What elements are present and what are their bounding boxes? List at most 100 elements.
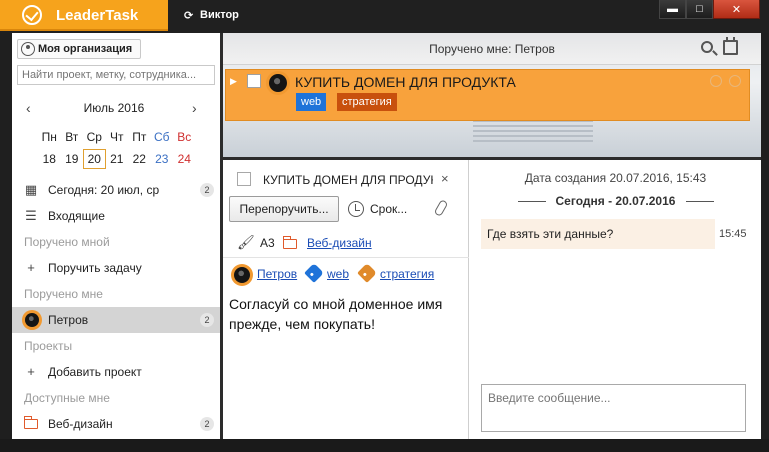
weekday: Вт [65, 130, 79, 144]
left-border [0, 33, 12, 439]
expand-arrow-icon[interactable]: ▶ [230, 76, 237, 87]
calendar-icon: ▦ [24, 182, 38, 197]
calendar-day[interactable]: 18 [38, 152, 61, 166]
detail-title[interactable]: КУПИТЬ ДОМЕН ДЛЯ ПРОДУКТА [263, 173, 433, 187]
close-window-button[interactable]: ✕ [713, 0, 760, 19]
sidebar-item-label: Поручить задачу [48, 261, 142, 275]
minimize-button[interactable]: ▬ [659, 0, 686, 19]
sidebar-item-label: Входящие [48, 209, 105, 223]
sidebar-item-web-design[interactable]: Веб-дизайн 2 [12, 411, 220, 437]
created-date: Дата создания 20.07.2016, 15:43 [524, 171, 707, 185]
task-list-panel: Поручено мне: Петров ▶ КУПИТЬ ДОМЕН ДЛЯ … [223, 33, 761, 157]
calendar-day[interactable]: 24 [173, 152, 196, 166]
section-available: Доступные мне [24, 391, 110, 405]
organization-button[interactable]: Моя организация [17, 39, 141, 59]
project-link[interactable]: Веб-дизайн [307, 236, 372, 250]
task-checkbox[interactable] [237, 172, 251, 186]
weekday: Ср [86, 130, 102, 144]
sidebar-item-petrov[interactable]: Петров 2 [12, 307, 220, 333]
tag-strategy[interactable]: стратегия [337, 93, 397, 111]
folder-icon [282, 236, 297, 249]
sidebar-item-label: Сегодня: 20 июл, ср [48, 183, 160, 197]
deadline-label: Срок... [370, 202, 408, 216]
chat-message[interactable]: Где взять эти данные? [481, 219, 715, 249]
task-detail-panel: КУПИТЬ ДОМЕН ДЛЯ ПРОДУКТА × Перепоручить… [223, 160, 469, 439]
menu-icon[interactable] [729, 75, 741, 87]
chevron-left-icon[interactable]: ‹ [26, 100, 31, 116]
tag-link-strategy[interactable]: стратегия [380, 267, 434, 281]
folder-icon [23, 416, 38, 431]
sync-icon[interactable]: ⟳ [184, 9, 193, 22]
status-icon[interactable] [710, 75, 722, 87]
app-name: LeaderTask [56, 7, 139, 24]
main-area: Поручено мне: Петров ▶ КУПИТЬ ДОМЕН ДЛЯ … [223, 33, 761, 439]
current-user[interactable]: Виктор [200, 9, 239, 21]
search-icon[interactable] [701, 41, 713, 53]
plus-icon: + [27, 260, 35, 275]
sidebar-item-add-project[interactable]: + Добавить проект [12, 359, 220, 385]
calendar-day[interactable]: 21 [106, 152, 129, 166]
calendar-header: Июль 2016 ‹ › [24, 100, 204, 117]
right-border [761, 33, 769, 439]
sidebar-item-assign-task[interactable]: + Поручить задачу [12, 255, 220, 281]
organization-label: Моя организация [38, 43, 133, 55]
weekday: Вс [177, 130, 192, 144]
priority-value[interactable]: A3 [260, 236, 275, 250]
tag-link-web[interactable]: web [327, 267, 349, 281]
search-input[interactable] [17, 65, 215, 85]
calendar-day-selected[interactable]: 20 [83, 149, 106, 169]
section-assigned-to-me: Поручено мне [24, 287, 103, 301]
paperclip-icon[interactable] [433, 199, 449, 217]
clock-icon [348, 201, 364, 217]
bottom-border [0, 439, 769, 452]
inbox-icon: ☰ [25, 208, 37, 223]
task-checkbox[interactable] [247, 74, 261, 88]
avatar [231, 264, 253, 286]
tag-icon [357, 263, 377, 283]
maximize-button[interactable]: □ [686, 0, 713, 19]
sidebar: Моя организация Июль 2016 ‹ › Пн Вт Ср Ч… [12, 33, 220, 439]
app-logo[interactable]: LeaderTask [0, 0, 168, 31]
count-badge: 2 [200, 417, 214, 431]
list-title: Поручено мне: Петров [429, 42, 555, 56]
sidebar-item-label: Добавить проект [48, 365, 142, 379]
sidebar-item-inbox[interactable]: ☰ Входящие [12, 203, 220, 229]
message-input[interactable] [481, 384, 746, 432]
title-bar: LeaderTask ⟳ Виктор ▬ □ ✕ [0, 0, 769, 33]
count-badge: 2 [200, 313, 214, 327]
weekday-row: Пн Вт Ср Чт Пт Сб Вс [38, 126, 198, 148]
weekday: Чт [110, 130, 124, 144]
logo-check-icon [22, 5, 42, 25]
calendar-day[interactable]: 19 [61, 152, 84, 166]
avatar [22, 310, 42, 330]
weekday: Пн [41, 130, 57, 144]
task-row[interactable]: ▶ КУПИТЬ ДОМЕН ДЛЯ ПРОДУКТА web стратеги… [225, 69, 750, 121]
chevron-right-icon[interactable]: › [192, 100, 197, 116]
close-icon[interactable]: × [441, 171, 449, 186]
divider [223, 257, 469, 258]
reassign-button[interactable]: Перепоручить... [229, 196, 339, 222]
assignee-link[interactable]: Петров [257, 267, 297, 281]
count-badge: 2 [200, 183, 214, 197]
sidebar-item-label: Петров [48, 313, 89, 327]
tag-web[interactable]: web [296, 93, 327, 111]
background-decoration [473, 120, 593, 154]
sidebar-item-label: Веб-дизайн [48, 417, 113, 431]
avatar [266, 71, 290, 95]
calendar-day[interactable]: 22 [128, 152, 151, 166]
calendar-month: Июль 2016 [83, 101, 145, 115]
section-projects: Проекты [24, 339, 73, 353]
deadline-button[interactable]: Срок... [348, 196, 407, 222]
sidebar-item-today[interactable]: ▦ Сегодня: 20 июл, ср 2 [12, 177, 220, 203]
calendar-grid: Пн Вт Ср Чт Пт Сб Вс 18 19 20 21 22 23 2… [38, 126, 198, 170]
divider [686, 201, 714, 202]
calendar-icon[interactable] [723, 37, 738, 55]
calendar-day[interactable]: 23 [151, 152, 174, 166]
task-description[interactable]: Согласуй со мной доменное имя прежде, че… [229, 294, 465, 334]
weekday: Пт [132, 130, 147, 144]
weekday: Сб [153, 130, 170, 144]
list-header: Поручено мне: Петров [223, 33, 761, 65]
user-circle-icon [21, 42, 35, 56]
brush-icon[interactable]: 🖌 [237, 234, 255, 251]
tag-icon [304, 263, 324, 283]
